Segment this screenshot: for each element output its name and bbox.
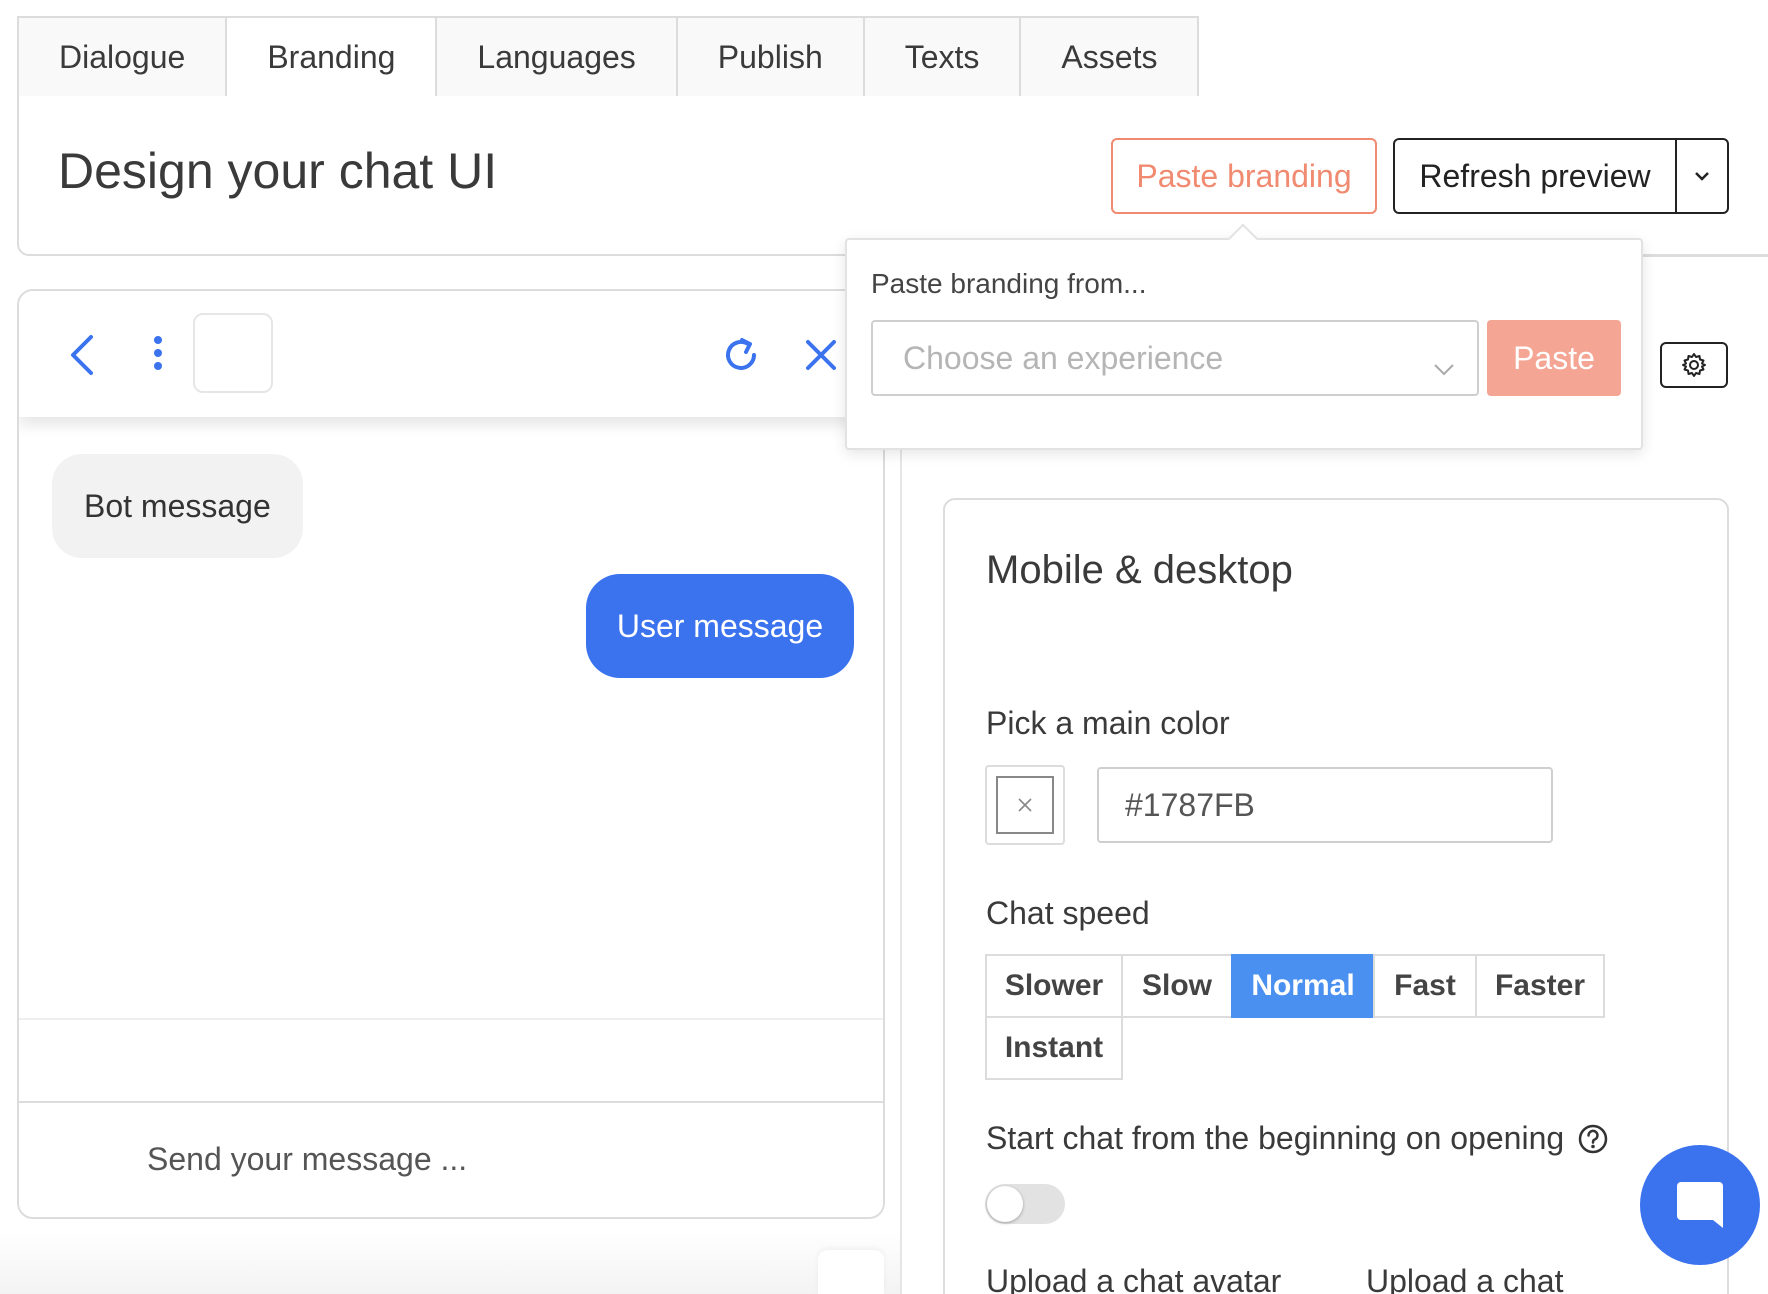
main-color-input[interactable]: [1097, 767, 1553, 843]
main-color-label: Pick a main color: [986, 705, 1230, 741]
chat-topbar: [19, 291, 883, 417]
user-message-bubble: User message: [586, 574, 854, 678]
section-title: Mobile & desktop: [986, 548, 1293, 592]
chevron-down-icon: [1433, 348, 1455, 385]
paste-branding-popover: Paste branding from... Choose an experie…: [845, 238, 1643, 450]
tab-texts[interactable]: Texts: [864, 16, 1022, 98]
bottom-fade: [0, 1230, 900, 1294]
experience-select[interactable]: Choose an experience: [871, 320, 1479, 396]
settings-button[interactable]: [1660, 342, 1728, 388]
toggle-knob: [987, 1186, 1023, 1222]
tab-bar: Dialogue Branding Languages Publish Text…: [17, 16, 1200, 98]
refresh-preview-button[interactable]: Refresh preview: [1393, 138, 1729, 214]
clear-icon: [1018, 798, 1032, 812]
paste-button[interactable]: Paste: [1487, 320, 1621, 396]
mini-tab: [818, 1250, 884, 1294]
color-swatch[interactable]: [985, 765, 1065, 845]
chat-bubble-icon: [1677, 1182, 1723, 1228]
back-arrow-icon[interactable]: [69, 333, 95, 382]
chat-launcher-button[interactable]: [1640, 1145, 1760, 1265]
speed-option-fast[interactable]: Fast: [1373, 954, 1477, 1018]
bot-message-bubble: Bot message: [52, 454, 303, 558]
paste-branding-button[interactable]: Paste branding: [1111, 138, 1377, 214]
tab-assets[interactable]: Assets: [1021, 16, 1200, 98]
speed-option-instant[interactable]: Instant: [985, 1016, 1123, 1080]
help-icon[interactable]: [1577, 1123, 1609, 1160]
kebab-menu-icon[interactable]: [152, 335, 164, 376]
start-from-beginning-toggle[interactable]: [985, 1184, 1065, 1224]
speed-option-normal[interactable]: Normal: [1231, 954, 1375, 1018]
chevron-down-icon: [1695, 172, 1709, 181]
tab-languages[interactable]: Languages: [437, 16, 678, 98]
speed-option-slower[interactable]: Slower: [985, 954, 1123, 1018]
close-icon[interactable]: [805, 339, 837, 376]
chat-spacer: [19, 1018, 883, 1102]
color-swatch-preview[interactable]: [996, 776, 1054, 834]
refresh-icon[interactable]: [721, 335, 761, 380]
chat-message-input[interactable]: Send your message ...: [147, 1141, 467, 1178]
tab-branding[interactable]: Branding: [227, 16, 438, 98]
chat-input-area[interactable]: Send your message ...: [19, 1101, 883, 1217]
upload-avatar-label: Upload a chat avatar: [986, 1263, 1282, 1294]
speed-option-slow[interactable]: Slow: [1121, 954, 1233, 1018]
gear-icon: [1682, 353, 1706, 377]
upload-chat-label: Upload a chat: [1366, 1263, 1564, 1294]
page-title: Design your chat UI: [58, 143, 498, 199]
chat-preview-panel: Bot message User message Send your messa…: [17, 289, 885, 1219]
tab-dialogue[interactable]: Dialogue: [17, 16, 228, 98]
tab-publish[interactable]: Publish: [677, 16, 865, 98]
refresh-options-dropdown[interactable]: [1675, 140, 1727, 212]
popover-title: Paste branding from...: [871, 268, 1147, 299]
chat-speed-label: Chat speed: [986, 895, 1150, 931]
start-from-beginning-label: Start chat from the beginning on opening: [986, 1120, 1565, 1156]
experience-select-placeholder: Choose an experience: [903, 339, 1224, 376]
speed-option-faster[interactable]: Faster: [1475, 954, 1605, 1018]
avatar: [193, 313, 273, 393]
refresh-preview-label[interactable]: Refresh preview: [1395, 140, 1675, 212]
